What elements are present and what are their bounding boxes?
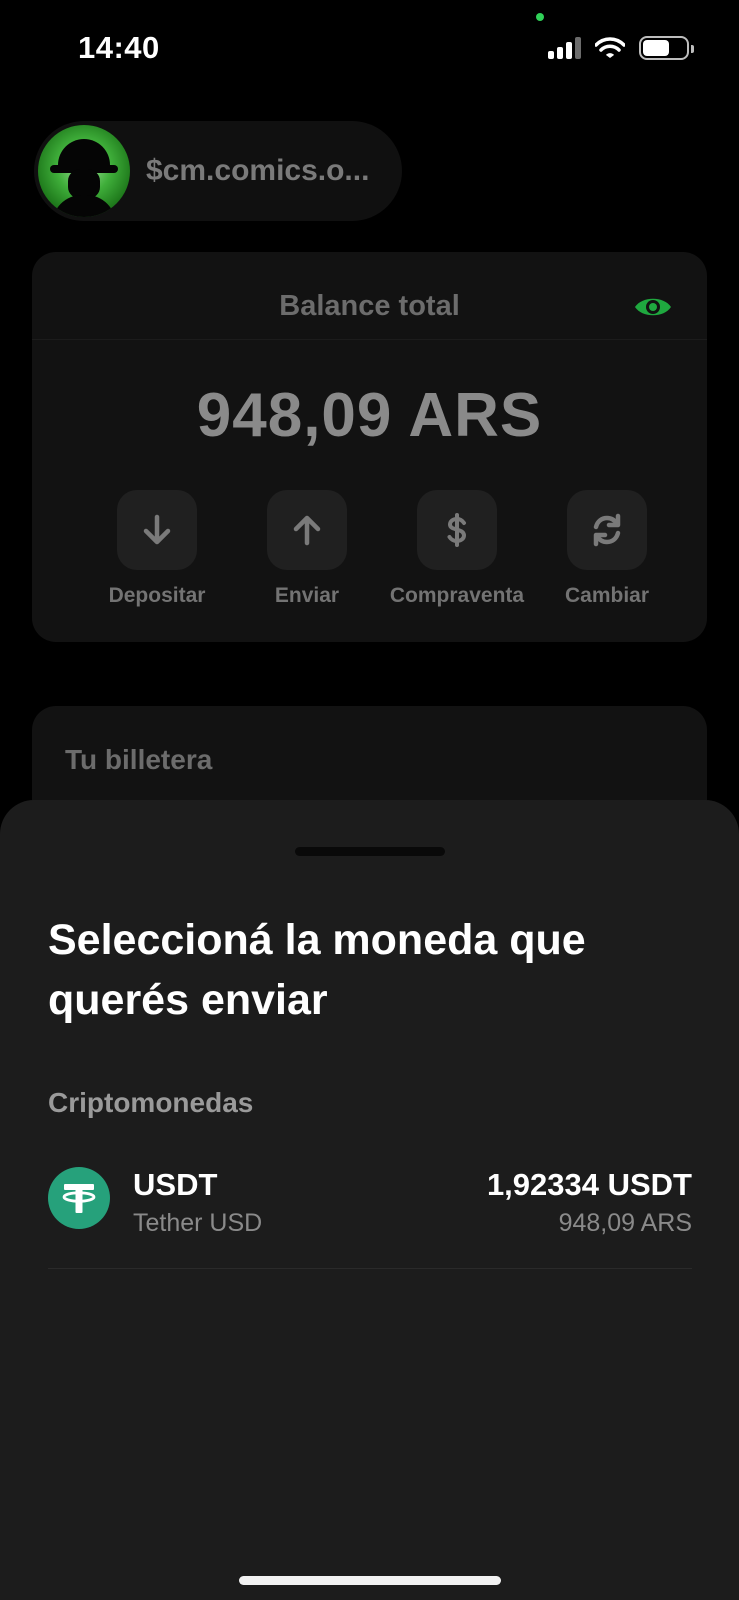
balance-card: Balance total 948,09 ARS Depositar Envia…	[32, 252, 707, 642]
coin-name: Tether USD	[133, 1209, 263, 1237]
exchange-action[interactable]: Cambiar	[532, 490, 682, 608]
sheet-title: Seleccioná la moneda que querés enviar	[48, 916, 586, 1024]
trade-action[interactable]: Compraventa	[382, 490, 532, 608]
deposit-label: Depositar	[108, 584, 206, 607]
arrow-up-icon	[293, 515, 321, 546]
deposit-button[interactable]	[117, 490, 197, 570]
balance-amount: 948,09 ARS	[196, 381, 543, 450]
trade-label: Compraventa	[389, 584, 525, 607]
dollar-icon	[447, 513, 467, 547]
home-indicator[interactable]	[239, 1576, 501, 1585]
sheet-grabber[interactable]	[295, 847, 445, 856]
refresh-icon	[593, 513, 621, 547]
crypto-section-title: Criptomonedas	[48, 1087, 254, 1118]
deposit-action[interactable]: Depositar	[82, 490, 232, 608]
tether-icon	[48, 1167, 110, 1229]
camera-indicator	[536, 13, 544, 21]
send-action[interactable]: Enviar	[232, 490, 382, 608]
trade-button[interactable]	[417, 490, 497, 570]
exchange-label: Cambiar	[564, 584, 650, 607]
currency-select-sheet: Seleccioná la moneda que querés enviar C…	[0, 800, 739, 1600]
battery-icon	[639, 36, 694, 60]
wifi-icon	[595, 37, 625, 58]
balance-header: Balance total	[32, 252, 707, 340]
balance-label: Balance total	[279, 290, 460, 322]
arrow-down-icon	[143, 514, 171, 545]
profile-handle: $cm.comics.o...	[146, 154, 370, 187]
status-icons	[548, 36, 694, 60]
eye-icon[interactable]	[633, 294, 673, 320]
wallet-title: Tu billetera	[65, 744, 213, 775]
quick-actions: Depositar Enviar Compraventa Cambiar	[82, 490, 682, 608]
send-button[interactable]	[267, 490, 347, 570]
cellular-signal-icon	[548, 37, 581, 59]
coin-fiat-value: 948,09 ARS	[558, 1209, 692, 1237]
status-time: 14:40	[78, 30, 160, 65]
profile-pill[interactable]: $cm.comics.o...	[34, 121, 402, 221]
coin-symbol: USDT	[133, 1167, 218, 1202]
coin-amount: 1,92334 USDT	[486, 1167, 692, 1202]
coin-row-usdt[interactable]: USDT Tether USD 1,92334 USDT 948,09 ARS	[48, 1163, 692, 1269]
exchange-button[interactable]	[567, 490, 647, 570]
avatar	[38, 125, 130, 217]
send-label: Enviar	[274, 584, 340, 607]
status-bar: 14:40	[0, 0, 739, 100]
